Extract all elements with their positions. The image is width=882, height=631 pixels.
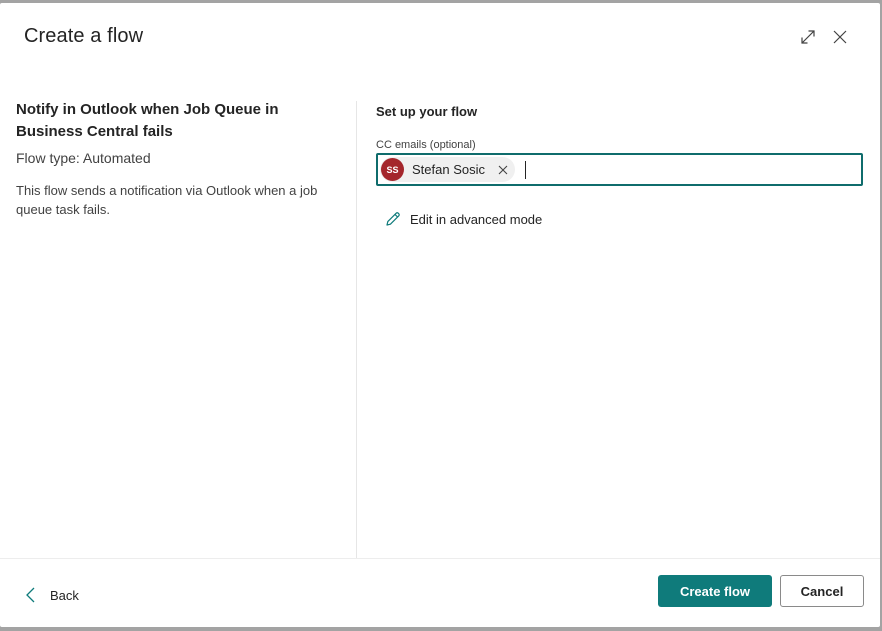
cc-emails-field[interactable]: SS Stefan Sosic	[376, 153, 863, 186]
flow-setup: Set up your flow CC emails (optional) SS…	[376, 103, 866, 227]
edit-advanced-mode-link[interactable]: Edit in advanced mode	[384, 210, 542, 228]
flow-summary: Notify in Outlook when Job Queue in Busi…	[16, 99, 336, 219]
recipient-chip[interactable]: SS Stefan Sosic	[380, 157, 515, 182]
recipient-name: Stefan Sosic	[412, 162, 485, 177]
setup-section-title: Set up your flow	[376, 104, 478, 119]
chevron-left-icon	[26, 587, 35, 603]
back-label: Back	[50, 587, 79, 603]
expand-icon	[801, 30, 815, 44]
pencil-icon	[386, 212, 400, 226]
cc-emails-input[interactable]	[536, 157, 861, 182]
expand-button[interactable]	[798, 27, 818, 47]
flow-name: Notify in Outlook when Job Queue in Busi…	[16, 101, 279, 140]
create-flow-dialog: Create a flow Notify in Outlook when Job…	[0, 3, 880, 627]
close-button[interactable]	[830, 27, 850, 47]
remove-recipient-icon[interactable]	[497, 164, 509, 176]
back-button[interactable]: Back	[24, 586, 79, 604]
avatar: SS	[381, 158, 404, 181]
cancel-button[interactable]: Cancel	[780, 575, 864, 607]
cc-emails-label: CC emails (optional)	[376, 139, 476, 151]
text-caret	[525, 160, 526, 179]
dialog-title: Create a flow	[24, 25, 144, 47]
pane-divider	[356, 101, 357, 558]
flow-description: This flow sends a notification via Outlo…	[16, 183, 318, 217]
footer-divider	[0, 558, 880, 559]
edit-advanced-mode-label: Edit in advanced mode	[410, 211, 543, 227]
close-icon	[833, 30, 847, 44]
flow-type: Flow type: Automated	[16, 150, 151, 166]
create-flow-button[interactable]: Create flow	[658, 575, 772, 607]
